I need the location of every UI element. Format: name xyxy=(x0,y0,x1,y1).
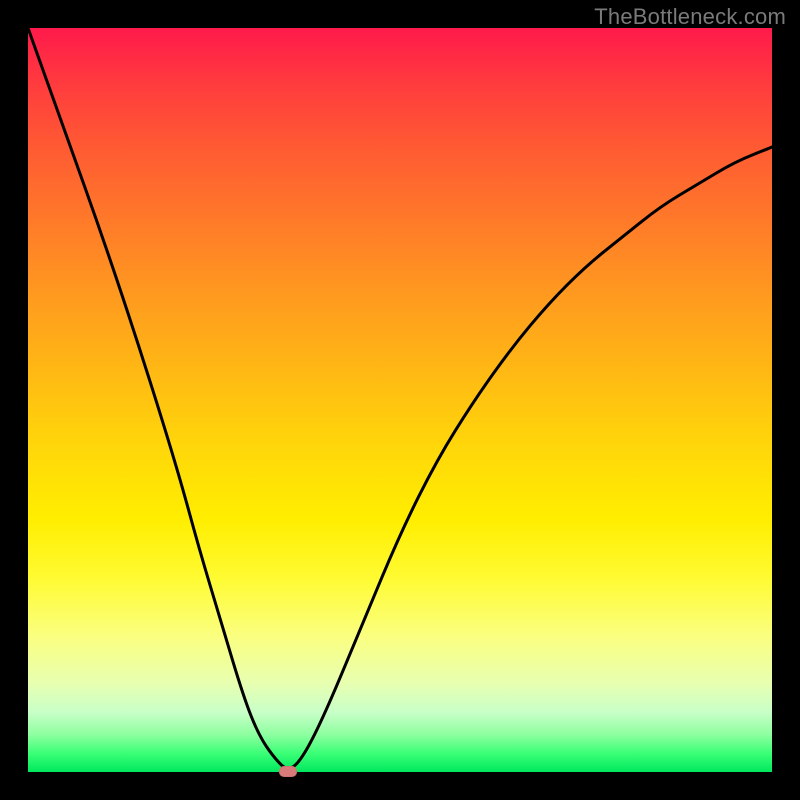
curve-path xyxy=(28,28,772,768)
bottleneck-curve xyxy=(28,28,772,772)
plot-area xyxy=(28,28,772,772)
optimum-marker xyxy=(279,766,297,777)
watermark-text: TheBottleneck.com xyxy=(594,4,786,30)
chart-frame: TheBottleneck.com xyxy=(0,0,800,800)
